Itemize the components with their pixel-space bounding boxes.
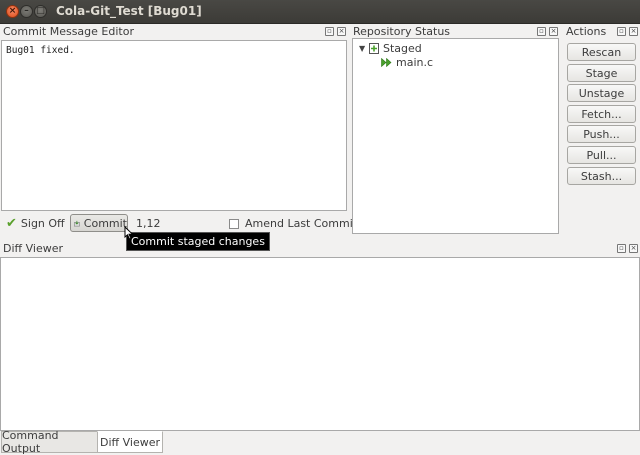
close-icon[interactable]: ×	[629, 27, 638, 36]
unstage-button[interactable]: Unstage	[567, 84, 636, 102]
staged-section[interactable]: ▼ Staged	[359, 41, 552, 55]
actions-title: Actions	[566, 25, 607, 38]
push-button[interactable]: Push...	[567, 125, 636, 143]
fetch-button[interactable]: Fetch...	[567, 105, 636, 123]
commit-icon	[74, 220, 80, 226]
close-icon[interactable]: ×	[629, 244, 638, 253]
close-icon[interactable]: ×	[549, 27, 558, 36]
file-name: main.c	[396, 55, 434, 69]
float-icon[interactable]: ▫	[537, 27, 546, 36]
checkmark-icon: ✔	[6, 216, 17, 231]
window-title: Cola-Git_Test [Bug01]	[56, 4, 202, 18]
float-icon[interactable]: ▫	[325, 27, 334, 36]
amend-label: Amend Last Commit	[245, 217, 358, 230]
repo-status-title: Repository Status	[353, 25, 451, 38]
staged-file-row[interactable]: main.c	[359, 55, 552, 69]
commit-editor-title: Commit Message Editor	[3, 25, 134, 38]
diff-viewer-dock-buttons: ▫ ×	[617, 244, 638, 253]
staged-file-icon	[381, 57, 392, 67]
tab-diff-viewer[interactable]: Diff Viewer	[97, 431, 163, 453]
staged-label: Staged	[383, 41, 422, 55]
repo-status-tree[interactable]: ▼ Staged main.c	[352, 38, 559, 234]
minimize-window-button[interactable]: –	[20, 5, 33, 18]
float-icon[interactable]: ▫	[617, 244, 626, 253]
expand-arrow-icon[interactable]: ▼	[359, 44, 369, 53]
stash-button[interactable]: Stash...	[567, 167, 636, 185]
sign-off-label: Sign Off	[20, 217, 65, 230]
commit-label: Commit	[83, 216, 127, 230]
title-bar: × – □ Cola-Git_Test [Bug01]	[0, 0, 640, 24]
diff-viewer-area[interactable]	[0, 257, 640, 431]
diff-viewer-title: Diff Viewer	[3, 242, 63, 255]
rescan-button[interactable]: Rescan	[567, 43, 636, 61]
cursor-position: 1,12	[136, 217, 161, 230]
tab-command-output[interactable]: Command Output	[1, 429, 97, 455]
actions-dock-buttons: ▫ ×	[617, 27, 638, 36]
maximize-window-button[interactable]: □	[34, 5, 47, 18]
close-icon: ×	[8, 6, 17, 16]
amend-checkbox[interactable]: Amend Last Commit	[229, 217, 357, 230]
float-icon[interactable]: ▫	[617, 27, 626, 36]
pull-button[interactable]: Pull...	[567, 146, 636, 164]
mouse-pointer-icon	[124, 226, 134, 240]
maximize-icon: □	[36, 6, 45, 16]
commit-message-text: Bug01 fixed.	[6, 45, 75, 56]
commit-editor-dock-buttons: ▫ ×	[325, 27, 346, 36]
checkbox-box[interactable]	[229, 218, 239, 229]
staged-icon	[369, 42, 379, 54]
commit-message-textarea[interactable]: Bug01 fixed.	[1, 40, 347, 211]
close-window-button[interactable]: ×	[6, 5, 19, 18]
close-icon[interactable]: ×	[337, 27, 346, 36]
repo-status-dock-buttons: ▫ ×	[537, 27, 558, 36]
stage-button[interactable]: Stage	[567, 64, 636, 82]
commit-button[interactable]: Commit	[70, 214, 128, 232]
sign-off-button[interactable]: ✔ Sign Off	[6, 216, 65, 231]
tooltip: Commit staged changes	[126, 232, 270, 251]
minimize-icon: –	[24, 6, 29, 16]
